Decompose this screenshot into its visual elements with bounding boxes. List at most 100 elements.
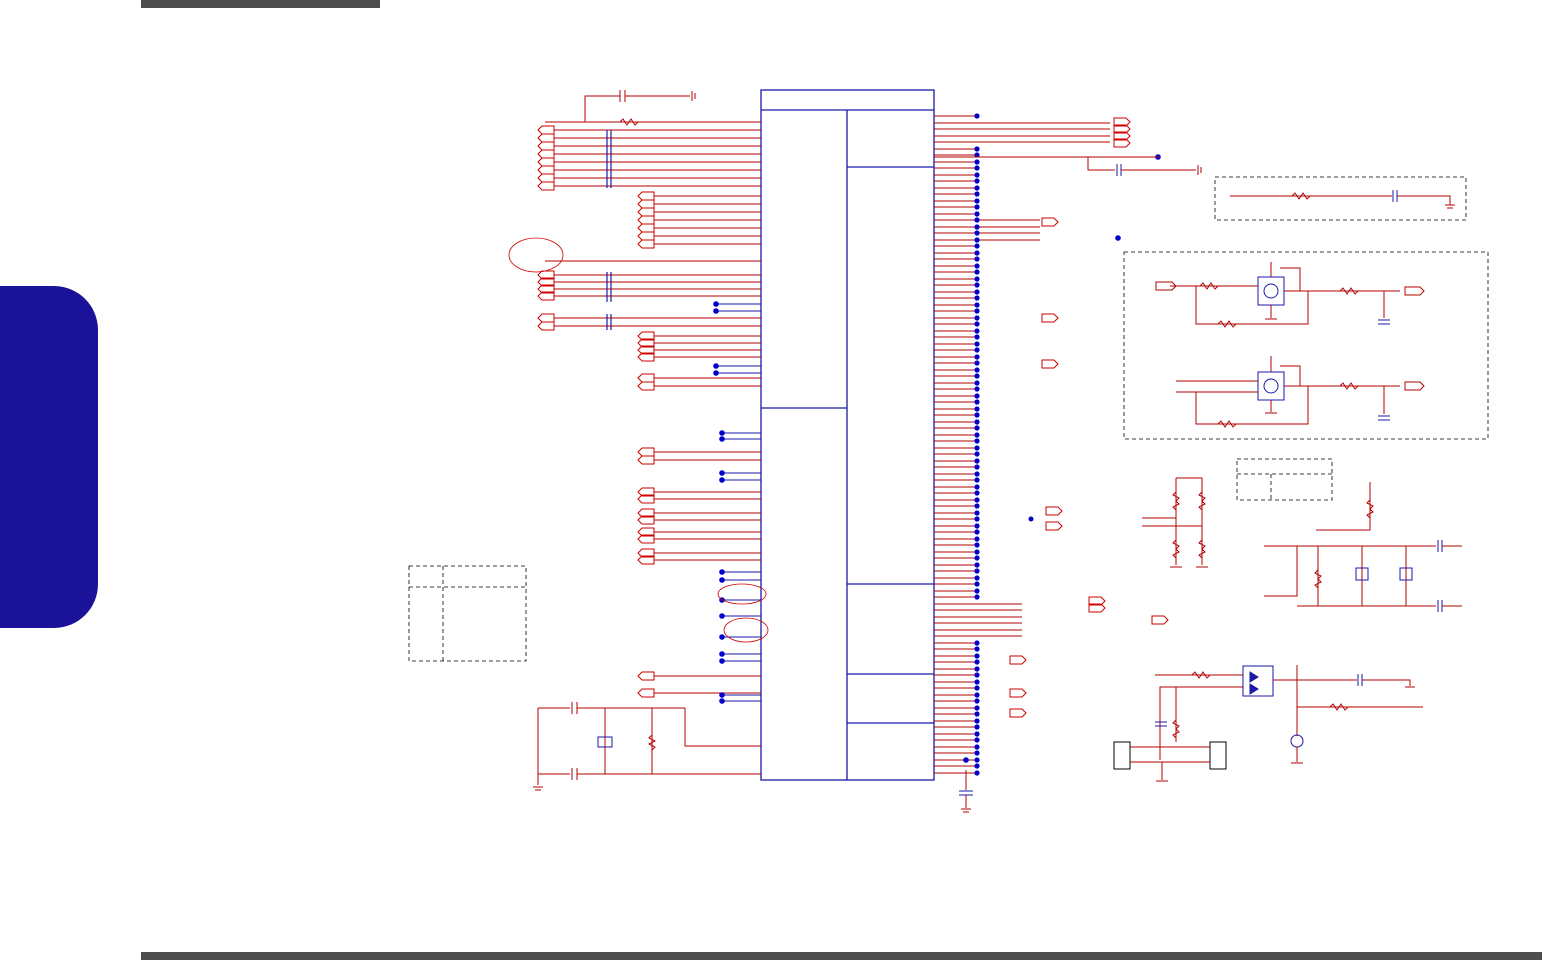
- port-connector: [637, 231, 655, 241]
- connection-node: [974, 328, 980, 334]
- connection-node: [1028, 516, 1034, 522]
- connection-node: [974, 458, 980, 464]
- connection-node: [974, 165, 980, 171]
- connection-node: [974, 250, 980, 256]
- connection-node: [974, 536, 980, 542]
- schematic-diagram: [408, 89, 1489, 813]
- connection-node: [974, 523, 980, 529]
- connection-node: [719, 577, 725, 583]
- port-connector: [537, 181, 555, 191]
- connection-node: [974, 718, 980, 724]
- strap-resistors: [1142, 477, 1208, 568]
- connection-node: [974, 588, 980, 594]
- connection-node: [719, 658, 725, 664]
- connection-node: [974, 542, 980, 548]
- connection-node: [974, 198, 980, 204]
- port-connector: [637, 215, 655, 225]
- port-connector: [637, 671, 655, 681]
- connection-node: [974, 386, 980, 392]
- connection-node: [974, 341, 980, 347]
- connection-node: [713, 301, 719, 307]
- port-connector: [537, 133, 555, 143]
- connection-node: [719, 477, 725, 483]
- connection-node: [974, 380, 980, 386]
- connection-node: [974, 269, 980, 275]
- connection-node: [974, 724, 980, 730]
- connection-node: [974, 425, 980, 431]
- connection-node: [974, 438, 980, 444]
- connection-node: [974, 204, 980, 210]
- connection-node: [719, 470, 725, 476]
- port-connector: [537, 173, 555, 183]
- connection-node: [719, 634, 725, 640]
- connection-node: [974, 237, 980, 243]
- crystal-circuit-left: [533, 702, 761, 791]
- connection-node: [974, 289, 980, 295]
- connection-node: [974, 302, 980, 308]
- connection-node: [974, 347, 980, 353]
- transistor-circuit-1: [1155, 262, 1425, 328]
- port-connector: [1045, 521, 1063, 531]
- connection-node: [719, 613, 725, 619]
- connection-node: [974, 575, 980, 581]
- port-connector: [537, 141, 555, 151]
- connection-node: [974, 308, 980, 314]
- port-connector: [1009, 655, 1027, 665]
- connection-node: [974, 419, 980, 425]
- connection-node: [974, 770, 980, 776]
- port-connector: [537, 157, 555, 167]
- connection-node: [974, 653, 980, 659]
- connection-node: [974, 399, 980, 405]
- connection-node: [719, 569, 725, 575]
- connection-node: [974, 503, 980, 509]
- connection-node: [974, 191, 980, 197]
- port-connector: [1041, 313, 1059, 323]
- connection-node: [974, 185, 980, 191]
- connection-node: [719, 436, 725, 442]
- port-connector: [637, 199, 655, 209]
- connection-node: [963, 757, 969, 763]
- port-connector: [537, 313, 555, 323]
- connection-node: [719, 430, 725, 436]
- transistor-box: [1123, 251, 1489, 440]
- connection-node: [974, 516, 980, 522]
- connection-node: [719, 698, 725, 704]
- rc-network-top-right: [1230, 190, 1455, 209]
- connection-node: [974, 224, 980, 230]
- port-connector: [637, 381, 655, 391]
- connection-node: [974, 640, 980, 646]
- protection-circuit: [1113, 665, 1423, 782]
- connection-node: [974, 354, 980, 360]
- connection-node: [974, 276, 980, 282]
- connection-node: [974, 373, 980, 379]
- connection-node: [974, 692, 980, 698]
- decoupling-capacitor-top: [545, 90, 761, 126]
- right-signal-wires: [934, 115, 1169, 774]
- transistor-circuit-2: [1176, 356, 1425, 428]
- port-connector: [1041, 359, 1059, 369]
- connection-node: [974, 685, 980, 691]
- connection-node: [974, 666, 980, 672]
- option-table-right: [1236, 458, 1333, 501]
- option-table-left: [408, 565, 527, 662]
- bottom-decoupling: [959, 770, 973, 813]
- connection-node: [974, 243, 980, 249]
- connection-node: [974, 555, 980, 561]
- connection-node: [1115, 235, 1121, 241]
- connection-node: [974, 672, 980, 678]
- connection-node: [974, 217, 980, 223]
- port-connector: [1009, 708, 1027, 718]
- connection-node: [974, 581, 980, 587]
- port-connector: [637, 191, 655, 201]
- connection-node: [974, 471, 980, 477]
- connection-node: [974, 393, 980, 399]
- connection-node: [974, 464, 980, 470]
- port-connector: [637, 223, 655, 233]
- crystal-circuit-right: [1264, 482, 1462, 612]
- port-connector: [1045, 506, 1063, 516]
- connection-node: [974, 757, 980, 763]
- connection-node: [974, 230, 980, 236]
- connection-node: [974, 406, 980, 412]
- connection-node: [974, 146, 980, 152]
- connection-node: [974, 568, 980, 574]
